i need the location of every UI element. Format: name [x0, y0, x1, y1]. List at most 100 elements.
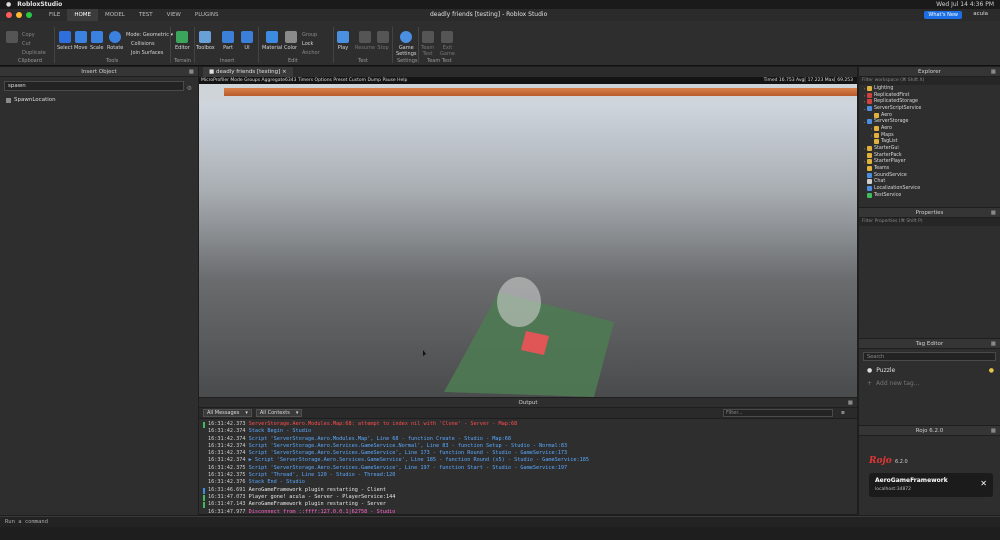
move-tool-button[interactable]: Move [74, 31, 87, 51]
output-line[interactable]: 16:31:42.375 Script 'Thread', Line 120 -… [203, 472, 853, 479]
explorer-item[interactable]: › Lighting [859, 85, 1000, 92]
game-viewport[interactable]: ■ deadly friends [testing] × MicroProfil… [199, 67, 857, 397]
collisions-toggle[interactable]: Collisions [131, 41, 155, 47]
close-window-button[interactable] [6, 12, 12, 18]
anchor-button[interactable]: Anchor [302, 50, 320, 56]
material-button[interactable]: Material [262, 31, 282, 51]
terrain-editor-button[interactable]: Editor [175, 31, 190, 51]
explorer-item[interactable]: SoundService [859, 172, 1000, 179]
minimize-window-button[interactable] [16, 12, 22, 18]
explorer-item[interactable]: StarterPack [859, 152, 1000, 159]
insert-search-input[interactable]: spawn [4, 81, 184, 91]
panel-header: Properties ■ [859, 208, 1000, 218]
output-line[interactable]: 16:31:42.374 Script 'ServerStorage.Aero.… [203, 443, 853, 450]
explorer-item[interactable]: TagList [859, 139, 1000, 146]
explorer-item[interactable]: Teams [859, 165, 1000, 172]
datetime[interactable]: Wed Jul 14 4:36 PM [936, 1, 994, 8]
explorer-item[interactable]: › StarterPlayer [859, 159, 1000, 166]
3d-scene[interactable] [199, 102, 857, 397]
close-icon[interactable]: ■ [991, 426, 996, 436]
copy-button[interactable]: Copy [22, 32, 35, 38]
sphere-part[interactable] [497, 277, 541, 327]
select-tool-button[interactable]: Select [57, 31, 72, 51]
team-test-button[interactable]: Team Test [421, 31, 434, 57]
output-line[interactable]: 16:31:42.376 Stack End - Studio [203, 479, 853, 486]
material-label: Material [262, 45, 283, 51]
tab-plugins[interactable]: PLUGINS [188, 9, 226, 21]
exit-game-button[interactable]: Exit Game [440, 31, 455, 57]
play-button[interactable]: Play [337, 31, 349, 51]
lightbulb-icon[interactable]: ● [989, 367, 994, 374]
command-bar-input[interactable]: Run a command [0, 516, 1000, 527]
close-icon[interactable]: ■ [189, 67, 194, 77]
output-line[interactable]: 16:31:47.143 AeroGameFramework plugin re… [203, 501, 853, 509]
microprofiler-graph[interactable] [199, 84, 857, 102]
mode-selector[interactable]: Mode: Geometric ▾ [126, 32, 173, 38]
stop-button[interactable]: Stop [377, 31, 389, 51]
toolbox-button[interactable]: Toolbox [196, 31, 215, 51]
list-item[interactable]: SpawnLocation [0, 95, 198, 105]
lock-button[interactable]: Lock [302, 41, 313, 47]
close-icon[interactable]: ■ [848, 398, 853, 408]
explorer-item[interactable]: ⌄ ServerStorage [859, 118, 1000, 125]
tag-item[interactable]: ● Puzzle ● [859, 364, 1000, 377]
clear-output-icon[interactable]: ▪ [841, 409, 845, 416]
cut-button[interactable]: Cut [22, 41, 31, 47]
output-line[interactable]: 16:31:42.374 Stack Begin - Studio [203, 428, 853, 435]
tab-test[interactable]: TEST [132, 9, 160, 21]
properties-filter-input[interactable]: Filter Properties (⌘ Shift P) [859, 218, 1000, 226]
group-button[interactable]: Group [302, 32, 317, 38]
part-button[interactable]: Part [222, 31, 234, 51]
explorer-item[interactable]: › StarterGui [859, 145, 1000, 152]
explorer-item[interactable]: LocalizationService [859, 185, 1000, 192]
close-icon[interactable]: ■ [991, 67, 996, 77]
output-line[interactable]: 16:31:42.374 ▶ Script 'ServerStorage.Aer… [203, 457, 853, 464]
whats-new-button[interactable]: What's New [924, 11, 962, 19]
game-settings-button[interactable]: Game Settings [396, 31, 417, 57]
close-icon[interactable]: ■ [991, 339, 996, 349]
explorer-item[interactable]: Chat [859, 179, 1000, 186]
tab-file[interactable]: FILE [42, 9, 67, 21]
output-line[interactable]: 16:31:42.373 ServerStorage.Aero.Modules.… [203, 421, 853, 428]
explorer-item[interactable]: ⌄ ServerScriptService [859, 105, 1000, 112]
output-line[interactable]: 16:31:42.374 Script 'ServerStorage.Aero.… [203, 436, 853, 443]
user-menu[interactable]: acula [973, 11, 988, 17]
output-line[interactable]: 16:31:42.374 Script 'ServerStorage.Aero.… [203, 450, 853, 457]
explorer-item[interactable]: › Aero [859, 125, 1000, 132]
join-surfaces-toggle[interactable]: Join Surfaces [131, 50, 163, 56]
output-search-input[interactable]: Filter... [723, 409, 833, 417]
settings-icon[interactable]: ⚙ [187, 85, 192, 92]
tab-model[interactable]: MODEL [98, 9, 132, 21]
messages-filter-dropdown[interactable]: All Messages ▾ [203, 409, 252, 417]
apple-icon[interactable]: ● [6, 1, 11, 8]
explorer-item[interactable]: › ReplicatedStorage [859, 98, 1000, 105]
output-line[interactable]: 16:31:42.375 Script 'ServerStorage.Aero.… [203, 465, 853, 472]
ui-button[interactable]: UI [241, 31, 253, 51]
output-line[interactable]: 16:31:47.977 Disconnect from ::ffff:127.… [203, 509, 853, 516]
output-line[interactable]: 16:31:47.073 Player gone! acula - Server… [203, 494, 853, 501]
duplicate-button[interactable]: Duplicate [22, 50, 46, 56]
paste-button[interactable] [6, 31, 18, 45]
microprofiler-menu[interactable]: MicroProfiler Mode Groups Aggregate6343 … [199, 77, 857, 84]
tab-view[interactable]: VIEW [160, 9, 188, 21]
resume-button[interactable]: Resume [355, 31, 375, 51]
explorer-item[interactable]: Aero [859, 112, 1000, 119]
disconnect-button[interactable]: ✕ [980, 479, 987, 488]
explorer-item-label: StarterPack [874, 152, 902, 158]
document-tab[interactable]: ■ deadly friends [testing] × [203, 67, 293, 77]
tab-home[interactable]: HOME [67, 9, 99, 21]
explorer-filter-input[interactable]: Filter workspace (⌘ Shift X) [859, 77, 1000, 85]
contexts-filter-dropdown[interactable]: All Contexts ▾ [255, 409, 303, 417]
explorer-item[interactable]: TestService [859, 192, 1000, 199]
explorer-item[interactable]: › ReplicatedFirst [859, 92, 1000, 99]
app-name[interactable]: RobloxStudio [17, 1, 62, 8]
close-icon[interactable]: ■ [991, 208, 996, 218]
tag-search-input[interactable]: Search [863, 352, 996, 361]
rotate-tool-button[interactable]: Rotate [107, 31, 123, 51]
output-line[interactable]: 16:31:46.691 AeroGameFramework plugin re… [203, 487, 853, 494]
add-tag-button[interactable]: + Add new tag... [859, 377, 1000, 390]
explorer-item[interactable]: › Maps [859, 132, 1000, 139]
scale-tool-button[interactable]: Scale [90, 31, 103, 51]
maximize-window-button[interactable] [26, 12, 32, 18]
color-button[interactable]: Color [284, 31, 297, 51]
